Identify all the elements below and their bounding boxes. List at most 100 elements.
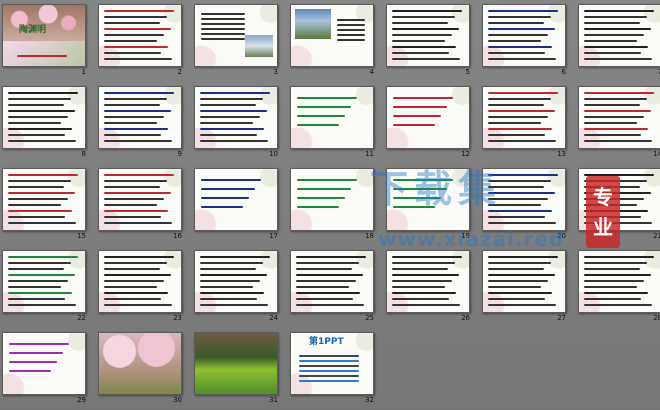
text-line xyxy=(200,98,263,100)
text-line xyxy=(9,370,51,372)
slide-thumbnail-2[interactable] xyxy=(98,4,182,67)
slide-thumbnail-24[interactable] xyxy=(194,250,278,313)
text-line xyxy=(392,298,449,300)
text-line xyxy=(8,174,78,176)
text-line xyxy=(104,198,164,200)
text-line xyxy=(488,268,544,270)
text-line xyxy=(488,286,541,288)
text-line xyxy=(104,122,157,124)
text-line xyxy=(8,198,68,200)
slide-thumbnail-9[interactable] xyxy=(98,86,182,149)
text-line xyxy=(200,92,270,94)
slide-thumbnail-3[interactable] xyxy=(194,4,278,67)
text-line xyxy=(104,46,168,48)
text-line xyxy=(297,197,345,199)
text-line xyxy=(8,140,76,142)
slide-thumbnail-14[interactable] xyxy=(578,86,660,149)
text-line xyxy=(488,292,552,294)
text-line xyxy=(8,256,78,258)
text-line xyxy=(584,292,648,294)
text-line xyxy=(488,22,544,24)
text-line xyxy=(104,262,167,264)
slide-thumbnail-31[interactable] xyxy=(194,332,278,395)
slide-thumbnail-10[interactable] xyxy=(194,86,278,149)
text-line xyxy=(104,298,161,300)
slide-thumbnail-15[interactable] xyxy=(2,168,86,231)
text-line xyxy=(392,262,455,264)
slide-thumbnail-5[interactable] xyxy=(386,4,470,67)
text-line xyxy=(488,256,558,258)
text-line xyxy=(104,128,168,130)
text-line xyxy=(200,304,268,306)
text-line xyxy=(488,304,556,306)
slide-number: 12 xyxy=(461,150,470,158)
slide-thumbnail-29[interactable] xyxy=(2,332,86,395)
text-line xyxy=(8,104,64,106)
slide-number: 1 xyxy=(81,68,86,76)
text-line xyxy=(201,206,243,208)
slide-number: 32 xyxy=(365,396,374,404)
text-line xyxy=(297,97,357,99)
slide-number: 15 xyxy=(77,232,86,240)
slide-thumbnail-27[interactable] xyxy=(482,250,566,313)
text-line xyxy=(392,46,456,48)
text-line xyxy=(584,134,641,136)
text-line xyxy=(200,280,260,282)
text-line xyxy=(296,286,349,288)
text-line xyxy=(201,18,245,20)
text-line xyxy=(104,34,164,36)
slide-thumbnail-13[interactable] xyxy=(482,86,566,149)
text-line xyxy=(299,370,359,372)
text-line xyxy=(584,110,651,112)
slide-thumbnail-22[interactable] xyxy=(2,250,86,313)
text-line xyxy=(296,280,356,282)
text-line xyxy=(392,256,462,258)
slide-number: 4 xyxy=(369,68,374,76)
text-line xyxy=(201,188,255,190)
text-line xyxy=(200,134,257,136)
text-line xyxy=(488,274,555,276)
text-line xyxy=(337,34,365,36)
text-line xyxy=(488,134,545,136)
text-line xyxy=(8,98,71,100)
slide-number: 18 xyxy=(365,232,374,240)
slide-thumbnail-32[interactable]: 第1PPT xyxy=(290,332,374,395)
slide-thumbnail-25[interactable] xyxy=(290,250,374,313)
slide-number: 6 xyxy=(561,68,566,76)
slide-thumbnail-8[interactable] xyxy=(2,86,86,149)
text-line xyxy=(392,280,452,282)
slide-thumbnail-18[interactable] xyxy=(290,168,374,231)
text-line xyxy=(584,34,644,36)
slide-thumbnail-23[interactable] xyxy=(98,250,182,313)
slide-thumbnail-17[interactable] xyxy=(194,168,278,231)
slide-thumbnail-16[interactable] xyxy=(98,168,182,231)
text-line xyxy=(584,298,641,300)
text-line xyxy=(584,46,648,48)
slide-thumbnail-7[interactable] xyxy=(578,4,660,67)
slide-thumbnail-1[interactable]: 陶渊明 xyxy=(2,4,86,67)
slide-thumbnail-12[interactable] xyxy=(386,86,470,149)
text-line xyxy=(8,274,75,276)
slide-number: 13 xyxy=(557,150,566,158)
text-line xyxy=(104,304,172,306)
text-line xyxy=(299,355,359,357)
text-line xyxy=(200,104,256,106)
slide-thumbnail-28[interactable] xyxy=(578,250,660,313)
text-line xyxy=(200,286,253,288)
slide-thumbnail-6[interactable] xyxy=(482,4,566,67)
text-line xyxy=(104,98,167,100)
slide-thumbnail-26[interactable] xyxy=(386,250,470,313)
text-line xyxy=(104,22,160,24)
slide-thumbnail-30[interactable] xyxy=(98,332,182,395)
text-line xyxy=(392,286,445,288)
text-line xyxy=(392,304,460,306)
slide-thumbnail-11[interactable] xyxy=(290,86,374,149)
text-line xyxy=(488,222,556,224)
text-line xyxy=(104,286,157,288)
text-line xyxy=(201,38,245,40)
text-line xyxy=(297,179,357,181)
text-line xyxy=(200,256,270,258)
slide-thumbnail-4[interactable] xyxy=(290,4,374,67)
text-line xyxy=(104,186,160,188)
text-line xyxy=(392,292,456,294)
